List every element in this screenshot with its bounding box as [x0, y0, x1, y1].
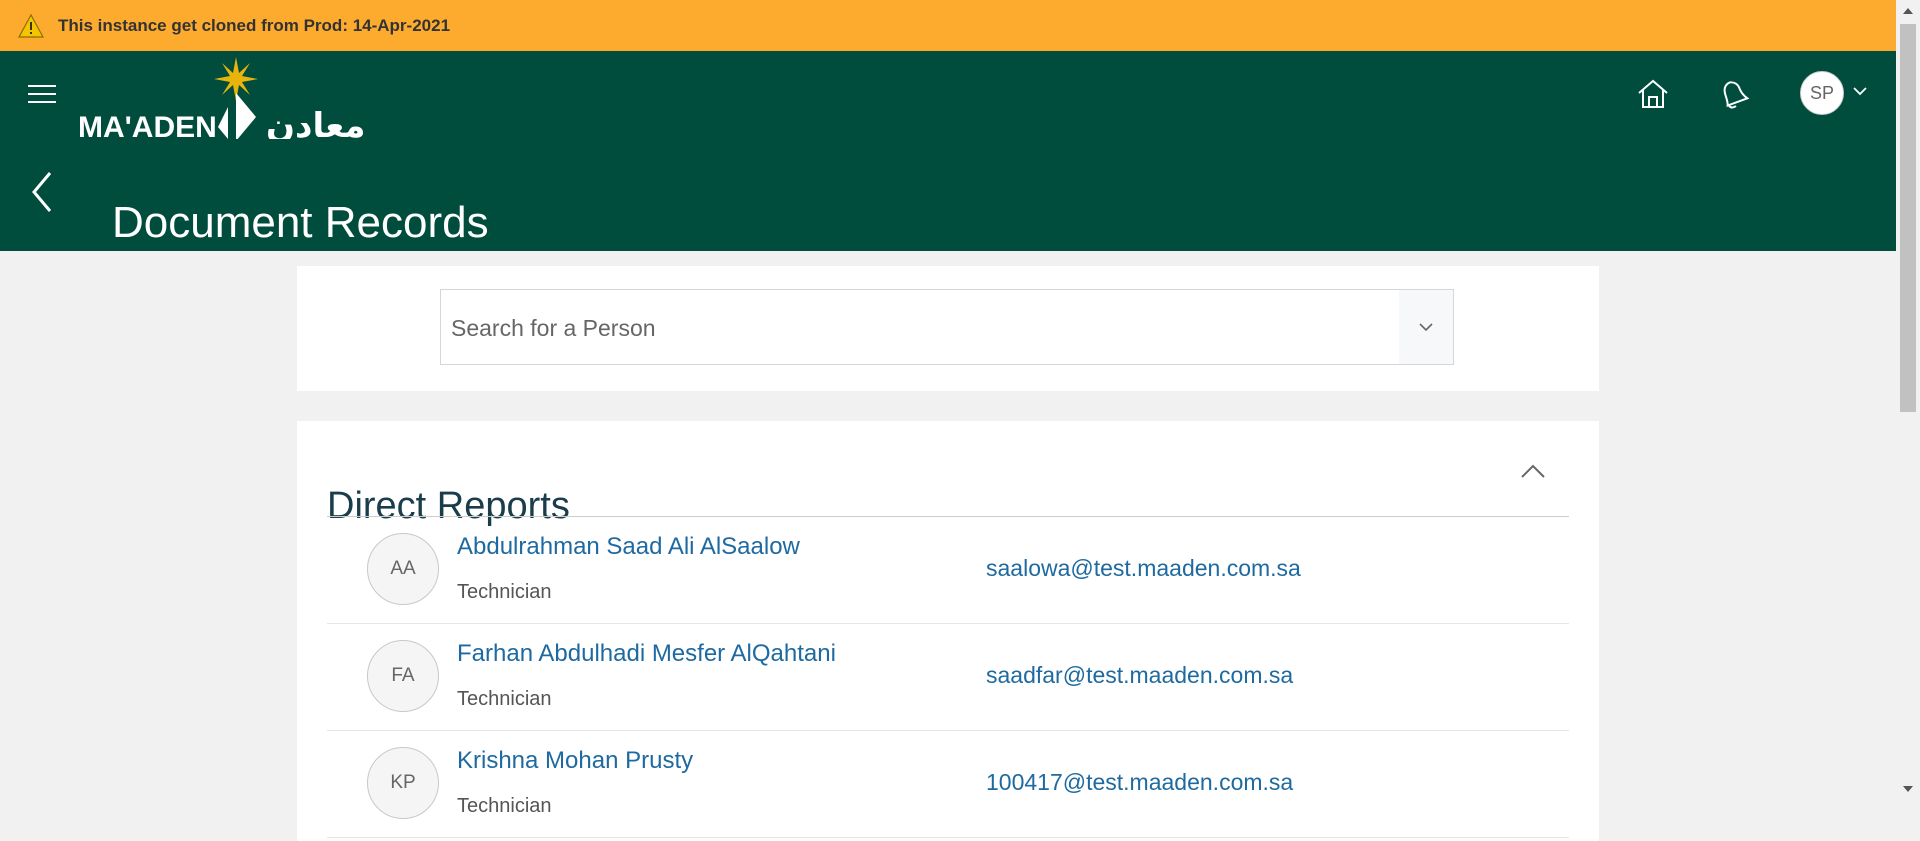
chevron-down-icon[interactable]: [1852, 85, 1868, 97]
banner-text: This instance get cloned from Prod: 14-A…: [58, 15, 451, 35]
person-email-link[interactable]: saalowa@test.maaden.com.sa: [986, 555, 1301, 582]
person-search-input[interactable]: [449, 290, 1383, 366]
person-email-link[interactable]: saadfar@test.maaden.com.sa: [986, 662, 1293, 689]
person-email-link[interactable]: 100417@test.maaden.com.sa: [986, 769, 1293, 796]
person-name-link[interactable]: Krishna Mohan Prusty: [457, 747, 693, 775]
scrollbar-thumb[interactable]: [1900, 24, 1916, 412]
search-card: [297, 266, 1599, 391]
person-search-combobox: [440, 289, 1454, 366]
person-name-link[interactable]: Abdulrahman Saad Ali AlSaalow: [457, 533, 800, 561]
list-item: AA Abdulrahman Saad Ali AlSaalow Technic…: [327, 517, 1569, 624]
avatar: AA: [367, 533, 439, 605]
direct-reports-card: Direct Reports AA Abdulrahman Saad Ali A…: [297, 421, 1599, 841]
person-role: Technician: [457, 688, 552, 710]
search-dropdown-button[interactable]: [1399, 290, 1453, 364]
list-item: KP Krishna Mohan Prusty Technician 10041…: [327, 731, 1569, 838]
scroll-down-arrow-icon[interactable]: [1902, 784, 1914, 794]
app-header: MA'ADEN معادن SP Document Records: [0, 51, 1896, 251]
avatar: FA: [367, 640, 439, 712]
chevron-down-icon: [1419, 323, 1433, 332]
chevron-up-icon[interactable]: [1519, 461, 1547, 481]
person-role: Technician: [457, 581, 552, 603]
back-icon[interactable]: [28, 169, 56, 215]
svg-text:معادن: معادن: [266, 106, 365, 139]
page-title: Document Records: [112, 198, 489, 248]
maaden-logo[interactable]: MA'ADEN معادن: [76, 57, 396, 139]
menu-icon[interactable]: [28, 85, 56, 105]
page-scrollbar[interactable]: [1896, 0, 1920, 801]
list-item: FA Farhan Abdulhadi Mesfer AlQahtani Tec…: [327, 624, 1569, 731]
warning-icon: [18, 13, 44, 38]
person-name-link[interactable]: Farhan Abdulhadi Mesfer AlQahtani: [457, 640, 836, 668]
svg-text:MA'ADEN: MA'ADEN: [78, 111, 217, 139]
scroll-up-arrow-icon[interactable]: [1902, 6, 1914, 16]
avatar: KP: [367, 747, 439, 819]
person-role: Technician: [457, 795, 552, 817]
notifications-icon[interactable]: [1716, 77, 1750, 111]
user-avatar[interactable]: SP: [1800, 71, 1844, 115]
clone-warning-banner: This instance get cloned from Prod: 14-A…: [0, 0, 1896, 51]
home-icon[interactable]: [1636, 77, 1670, 111]
